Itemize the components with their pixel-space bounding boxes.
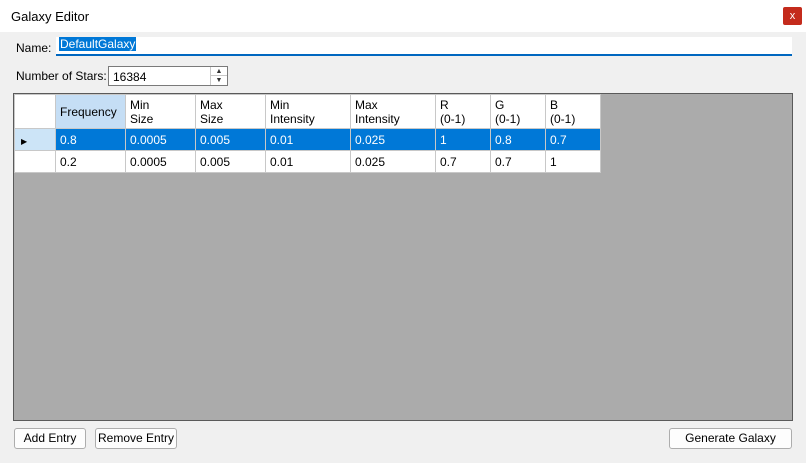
stars-stepper[interactable]: 16384 ▲ ▼ [108, 66, 228, 86]
entries-table: Frequency Min Size Max Size Min Intensity Max In… [14, 94, 601, 173]
add-entry-button[interactable]: Add Entry [14, 428, 86, 449]
column-header[interactable]: G (0-1) [490, 94, 546, 129]
column-header[interactable]: B (0-1) [545, 94, 601, 129]
table-cell[interactable]: 0.2 [55, 150, 126, 173]
table-cell[interactable]: 0.005 [195, 150, 266, 173]
name-input[interactable]: DefaultGalaxy [56, 37, 792, 56]
row-header[interactable]: ▶ [14, 128, 56, 151]
column-header-line1: Min [130, 97, 150, 112]
generate-galaxy-button[interactable]: Generate Galaxy [669, 428, 792, 449]
column-header-line1: Frequency [60, 104, 117, 119]
table-cell[interactable]: 1 [435, 128, 491, 151]
column-header[interactable]: Max Intensity [350, 94, 436, 129]
title-bar: Galaxy Editor x [0, 0, 806, 32]
column-header-line2: Size [200, 111, 224, 126]
column-header[interactable]: Min Intensity [265, 94, 351, 129]
table-cell[interactable]: 0.025 [350, 150, 436, 173]
stars-spin: ▲ ▼ [210, 67, 227, 85]
table-cell[interactable]: 1 [545, 150, 601, 173]
table-cell[interactable]: 0.8 [55, 128, 126, 151]
column-header[interactable]: Frequency [55, 94, 126, 129]
column-header-line1: G [495, 97, 505, 112]
table-cell[interactable]: 0.025 [350, 128, 436, 151]
table-cell[interactable]: 0.7 [545, 128, 601, 151]
column-header-line2: Intensity [270, 111, 315, 126]
close-button[interactable]: x [783, 7, 802, 25]
column-header[interactable]: R (0-1) [435, 94, 491, 129]
table-cell[interactable]: 0.01 [265, 128, 351, 151]
column-header-line1: Max [200, 97, 223, 112]
column-header-line1: R [440, 97, 449, 112]
name-value: DefaultGalaxy [59, 37, 137, 51]
table-row[interactable]: ▶ 0.8 0.0005 0.005 0.01 0.025 1 0.8 0.7 [14, 128, 601, 151]
table-cell[interactable]: 0.0005 [125, 128, 196, 151]
entries-grid[interactable]: Frequency Min Size Max Size Min Intensity Max In… [13, 93, 793, 421]
column-header-line1: B [550, 97, 559, 112]
table-cell[interactable]: 0.0005 [125, 150, 196, 173]
column-header-line1: Min [270, 97, 290, 112]
remove-entry-button[interactable]: Remove Entry [95, 428, 177, 449]
caret-up-icon[interactable]: ▲ [211, 67, 227, 76]
stars-value: 16384 [113, 70, 147, 84]
name-label: Name: [16, 41, 52, 55]
table-cell[interactable]: 0.7 [490, 150, 546, 173]
table-row[interactable]: 0.2 0.0005 0.005 0.01 0.025 0.7 0.7 1 [14, 150, 601, 173]
column-header-line2: (0-1) [495, 111, 521, 126]
table-cell[interactable]: 0.01 [265, 150, 351, 173]
caret-down-icon[interactable]: ▼ [211, 76, 227, 85]
grid-corner-header [14, 94, 56, 129]
stars-label: Number of Stars: [16, 69, 107, 83]
column-header-line2: (0-1) [440, 111, 466, 126]
column-header-line1: Max [355, 97, 378, 112]
table-cell[interactable]: 0.005 [195, 128, 266, 151]
column-header[interactable]: Max Size [195, 94, 266, 129]
column-header-line2: Size [130, 111, 154, 126]
triangle-right-icon: ▶ [21, 136, 28, 146]
window-title: Galaxy Editor [11, 9, 90, 24]
column-header[interactable]: Min Size [125, 94, 196, 129]
table-cell[interactable]: 0.8 [490, 128, 546, 151]
column-header-line2: (0-1) [550, 111, 576, 126]
row-header[interactable] [14, 150, 56, 173]
column-header-line2: Intensity [355, 111, 400, 126]
table-cell[interactable]: 0.7 [435, 150, 491, 173]
